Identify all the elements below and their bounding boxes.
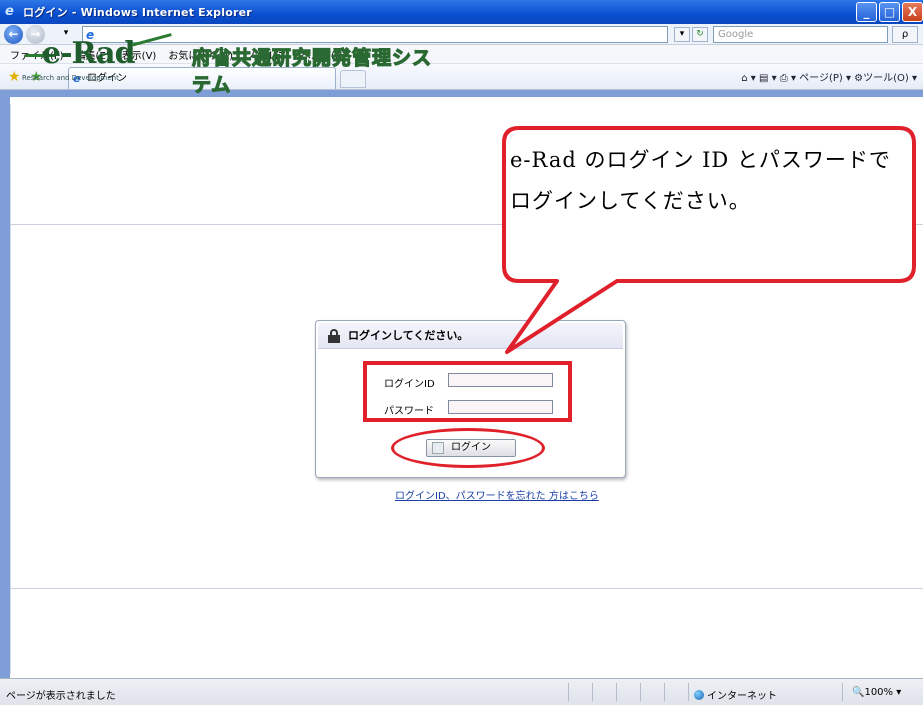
callout-text: e-Rad のログイン ID とパスワードでログインしてください。 xyxy=(510,148,891,213)
address-dropdown-button[interactable]: ▾ xyxy=(674,27,690,42)
footer-divider xyxy=(10,588,923,589)
logo-subtitle: Research and Development xyxy=(22,74,119,82)
globe-icon xyxy=(694,690,704,700)
command-bar[interactable]: ⌂ ▾ ▤ ▾ ⎙ ▾ ページ(P) ▾ ⚙ツール(O) ▾ xyxy=(741,69,917,84)
status-bar: ページが表示されました インターネット 🔍100% ▾ xyxy=(0,678,923,705)
minimize-button[interactable]: _ xyxy=(856,2,877,22)
window-title: ログイン - Windows Internet Explorer xyxy=(23,6,252,19)
refresh-button[interactable]: ↻ xyxy=(692,27,708,42)
favorites-star-icon[interactable]: ★ xyxy=(8,69,21,85)
browser-frame-left xyxy=(0,97,10,678)
system-name: 府省共通研究開発管理システム xyxy=(191,46,433,96)
zoom-control[interactable]: 🔍100% ▾ xyxy=(852,687,901,698)
search-button[interactable]: ρ xyxy=(892,26,918,43)
security-zone: インターネット xyxy=(694,687,777,702)
status-text: ページが表示されました xyxy=(6,691,116,702)
annotation-highlight-button xyxy=(391,428,545,468)
login-panel-title: ログインしてください。 xyxy=(348,329,469,342)
logo-swoosh-arc xyxy=(132,33,176,61)
maximize-button[interactable]: □ xyxy=(879,2,900,22)
search-input[interactable]: Google xyxy=(713,26,888,43)
logo-text: e-Rad xyxy=(42,36,136,71)
close-button[interactable]: X xyxy=(902,2,923,22)
zoom-level: 100% xyxy=(864,687,894,698)
title-bar: e ログイン - Windows Internet Explorer _ □ X xyxy=(0,0,923,24)
forgot-credentials-link[interactable]: ログインID、パスワードを忘れた 方はこちら xyxy=(395,487,599,502)
erad-logo: e-Rad Research and Development 府省共通研究開発管… xyxy=(22,33,442,97)
browser-window: e ログイン - Windows Internet Explorer _ □ X… xyxy=(0,0,923,705)
lock-icon xyxy=(328,329,340,343)
back-button[interactable]: ← xyxy=(4,25,23,44)
zone-label: インターネット xyxy=(707,691,777,702)
annotation-highlight-fields xyxy=(363,361,572,422)
ie-logo-icon: e xyxy=(5,4,14,19)
